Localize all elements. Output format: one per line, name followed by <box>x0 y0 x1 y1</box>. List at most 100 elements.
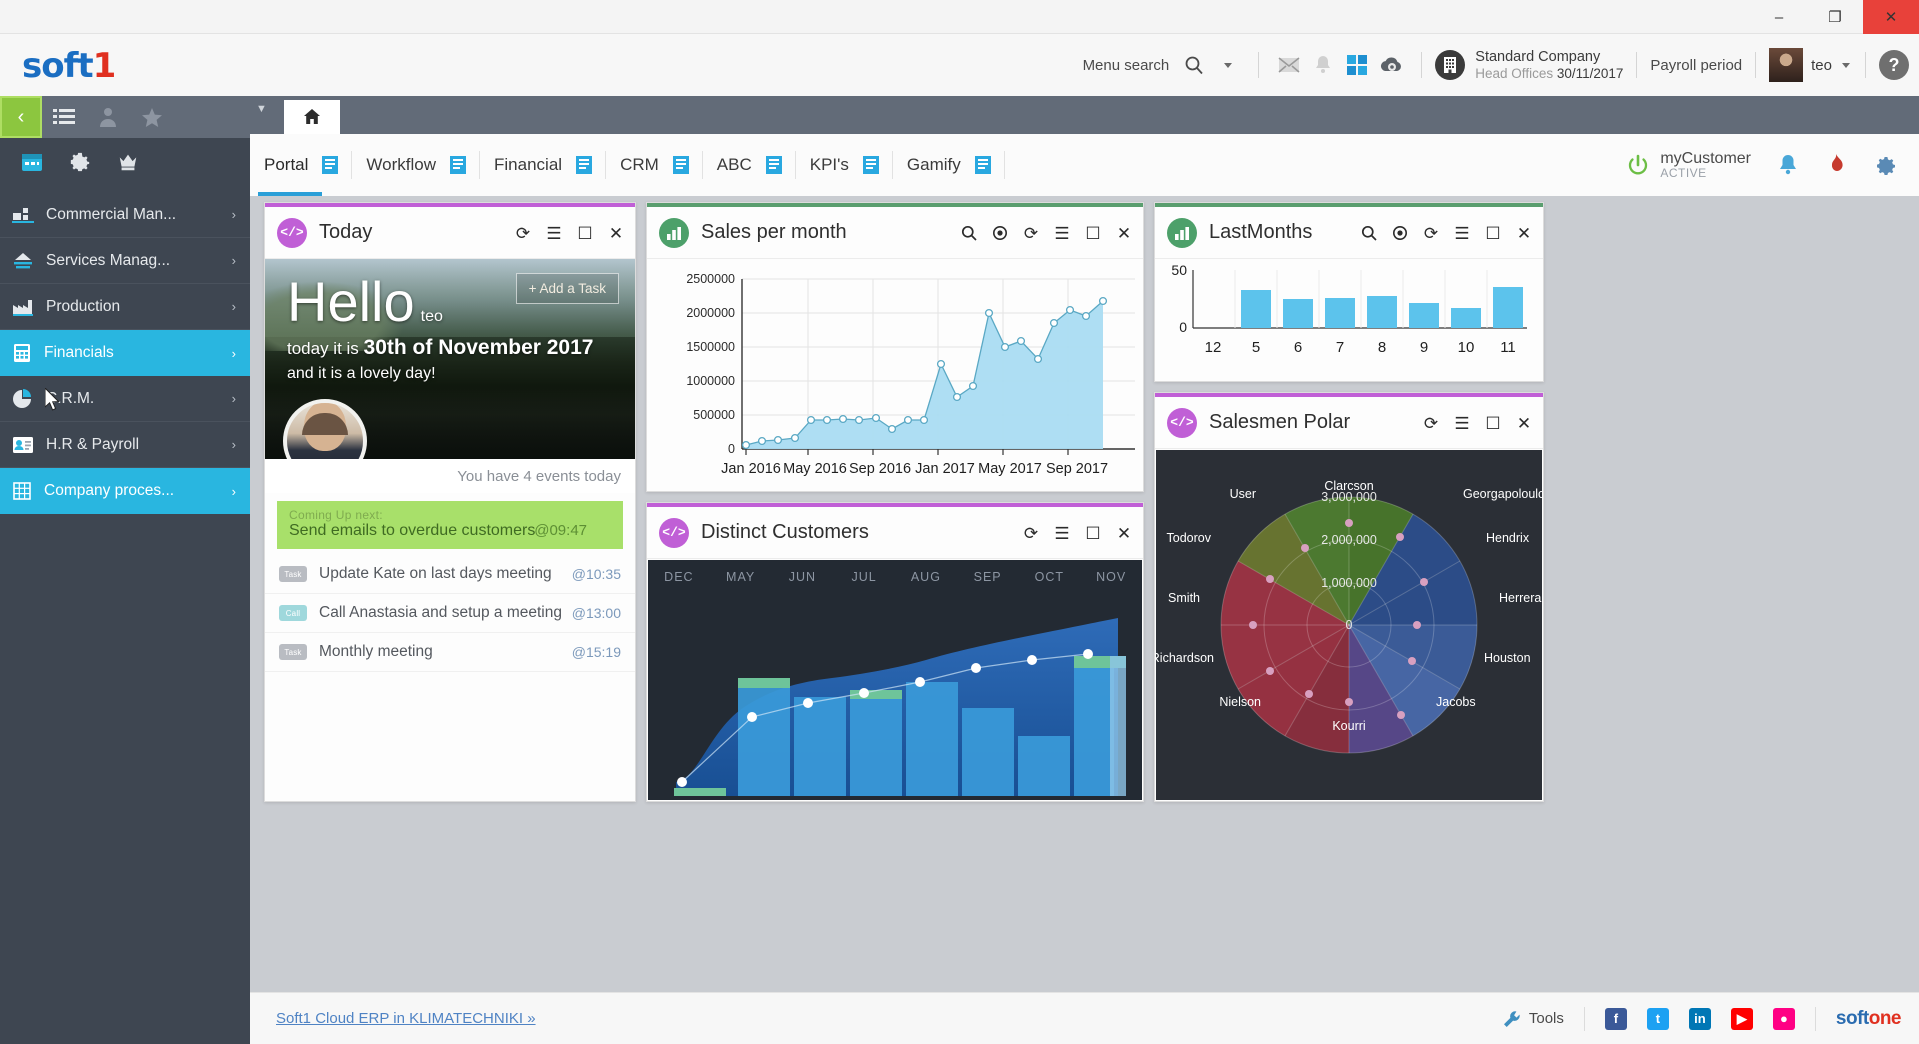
search-icon[interactable] <box>1177 48 1211 82</box>
search-icon[interactable] <box>960 224 978 242</box>
sidebar-item-production[interactable]: Production › <box>0 284 250 330</box>
star-icon[interactable] <box>130 96 174 138</box>
user-menu[interactable]: teo <box>1769 48 1852 82</box>
svg-text:0: 0 <box>1346 618 1353 632</box>
close-icon[interactable]: ✕ <box>1515 414 1533 432</box>
mycustomer-status[interactable]: myCustomer ACTIVE <box>1626 150 1751 181</box>
power-icon[interactable] <box>1626 153 1650 177</box>
maximize-icon[interactable]: ☐ <box>576 224 594 242</box>
document-icon[interactable] <box>766 156 782 174</box>
refresh-icon[interactable]: ⟳ <box>1022 524 1040 542</box>
wrench-icon <box>1502 1009 1522 1029</box>
distinct-customers-chart: DEC MAY JUN JUL AUG SEP OCT NOV <box>648 560 1142 800</box>
maximize-icon[interactable]: ☐ <box>1484 224 1502 242</box>
sidebar-item-crm[interactable]: C.R.M. › <box>0 376 250 422</box>
chevron-down-icon[interactable] <box>1840 59 1852 71</box>
svg-text:Kourri: Kourri <box>1332 719 1365 733</box>
task-text: Call Anastasia and setup a meeting <box>319 604 562 622</box>
menu-icon[interactable]: ☰ <box>1053 224 1071 242</box>
sidebar-item-financials[interactable]: Financials › <box>0 330 250 376</box>
mycustomer-title: myCustomer <box>1660 150 1751 168</box>
chevron-down-icon[interactable] <box>1211 48 1245 82</box>
divider <box>1815 1007 1816 1031</box>
footer-link[interactable]: Soft1 Cloud ERP in KLIMATECHNIKI » <box>276 1010 536 1027</box>
twitter-icon[interactable]: t <box>1647 1008 1669 1030</box>
calendar-icon[interactable] <box>8 138 56 186</box>
tab-financial[interactable]: Financial <box>480 134 606 196</box>
close-icon[interactable]: ✕ <box>607 224 625 242</box>
tools-button[interactable]: Tools <box>1502 1009 1564 1029</box>
document-icon[interactable] <box>450 156 466 174</box>
close-icon[interactable]: ✕ <box>1115 524 1133 542</box>
tab-crm[interactable]: CRM <box>606 134 703 196</box>
document-icon[interactable] <box>863 156 879 174</box>
help-icon[interactable]: ? <box>1879 50 1909 80</box>
document-icon[interactable] <box>576 156 592 174</box>
refresh-icon[interactable]: ⟳ <box>1022 224 1040 242</box>
window-minimize-button[interactable]: – <box>1751 0 1807 34</box>
tab-portal[interactable]: Portal <box>250 134 352 196</box>
tab-abc[interactable]: ABC <box>703 134 796 196</box>
tab-gamify[interactable]: Gamify <box>893 134 1005 196</box>
menu-icon[interactable]: ☰ <box>1053 524 1071 542</box>
sidebar-item-company-processes[interactable]: Company proces... › <box>0 468 250 514</box>
document-icon[interactable] <box>673 156 689 174</box>
facebook-icon[interactable]: f <box>1605 1008 1627 1030</box>
browser-tabstrip: ▼ <box>250 96 1919 134</box>
task-list: Task Update Kate on last days meeting @1… <box>265 555 635 672</box>
mail-icon[interactable] <box>1272 48 1306 82</box>
maximize-icon[interactable]: ☐ <box>1084 524 1102 542</box>
bell-icon[interactable] <box>1777 153 1799 177</box>
tab-workflow[interactable]: Workflow <box>352 134 480 196</box>
list-item[interactable]: Task Update Kate on last days meeting @1… <box>265 555 635 594</box>
list-item[interactable]: Task Monthly meeting @15:19 <box>265 633 635 672</box>
gear-icon[interactable] <box>56 138 104 186</box>
close-icon[interactable]: ✕ <box>1115 224 1133 242</box>
menu-icon[interactable]: ☰ <box>1453 414 1471 432</box>
youtube-icon[interactable]: ▶ <box>1731 1008 1753 1030</box>
gear-icon[interactable] <box>1873 153 1897 177</box>
coming-up-banner[interactable]: Coming Up next: Send emails to overdue c… <box>277 501 623 549</box>
document-icon[interactable] <box>322 156 338 174</box>
company-selector[interactable]: Standard Company Head Offices 30/11/2017 <box>1435 49 1623 81</box>
document-icon[interactable] <box>975 156 991 174</box>
tab-dropdown-icon[interactable]: ▼ <box>256 103 267 115</box>
crown-icon[interactable] <box>104 138 152 186</box>
divider <box>1584 1007 1585 1031</box>
refresh-icon[interactable]: ⟳ <box>1422 414 1440 432</box>
widget-actions: ⟳ ☰ ☐ ✕ <box>1422 397 1533 449</box>
search-icon[interactable] <box>1360 224 1378 242</box>
flickr-icon[interactable]: ● <box>1773 1008 1795 1030</box>
add-task-button[interactable]: + Add a Task <box>516 273 619 304</box>
window-maximize-button[interactable]: ❐ <box>1807 0 1863 34</box>
window-close-button[interactable]: ✕ <box>1863 0 1919 34</box>
sidebar-item-services-management[interactable]: Services Manag... › <box>0 238 250 284</box>
linkedin-icon[interactable]: in <box>1689 1008 1711 1030</box>
maximize-icon[interactable]: ☐ <box>1084 224 1102 242</box>
menu-icon[interactable]: ☰ <box>545 224 563 242</box>
flame-icon[interactable] <box>1825 153 1847 177</box>
bell-icon[interactable] <box>1306 48 1340 82</box>
widget-lastmonths: LastMonths ⟳ ☰ ☐ ✕ 50 0 <box>1154 202 1544 382</box>
sidebar-collapse-button[interactable]: ‹ <box>0 96 42 138</box>
cloud-settings-icon[interactable] <box>1374 48 1408 82</box>
widget-header: </> Salesmen Polar ⟳ ☰ ☐ ✕ <box>1155 397 1543 449</box>
sidebar-item-commercial-management[interactable]: Commercial Man... › <box>0 192 250 238</box>
tab-home[interactable] <box>284 100 340 134</box>
list-item[interactable]: Call Call Anastasia and setup a meeting … <box>265 594 635 633</box>
windows-icon[interactable] <box>1340 48 1374 82</box>
sidebar-item-hr-payroll[interactable]: H.R & Payroll › <box>0 422 250 468</box>
payroll-period-button[interactable]: Payroll period <box>1650 57 1742 74</box>
refresh-icon[interactable]: ⟳ <box>1422 224 1440 242</box>
refresh-icon[interactable]: ⟳ <box>514 224 532 242</box>
user-icon[interactable] <box>86 96 130 138</box>
list-icon[interactable] <box>42 96 86 138</box>
close-icon[interactable]: ✕ <box>1515 224 1533 242</box>
building-icon <box>1435 50 1465 80</box>
menu-icon[interactable]: ☰ <box>1453 224 1471 242</box>
eye-icon[interactable] <box>991 224 1009 242</box>
tab-kpis[interactable]: KPI's <box>796 134 893 196</box>
maximize-icon[interactable]: ☐ <box>1484 414 1502 432</box>
eye-icon[interactable] <box>1391 224 1409 242</box>
tab-label: Financial <box>494 155 562 175</box>
